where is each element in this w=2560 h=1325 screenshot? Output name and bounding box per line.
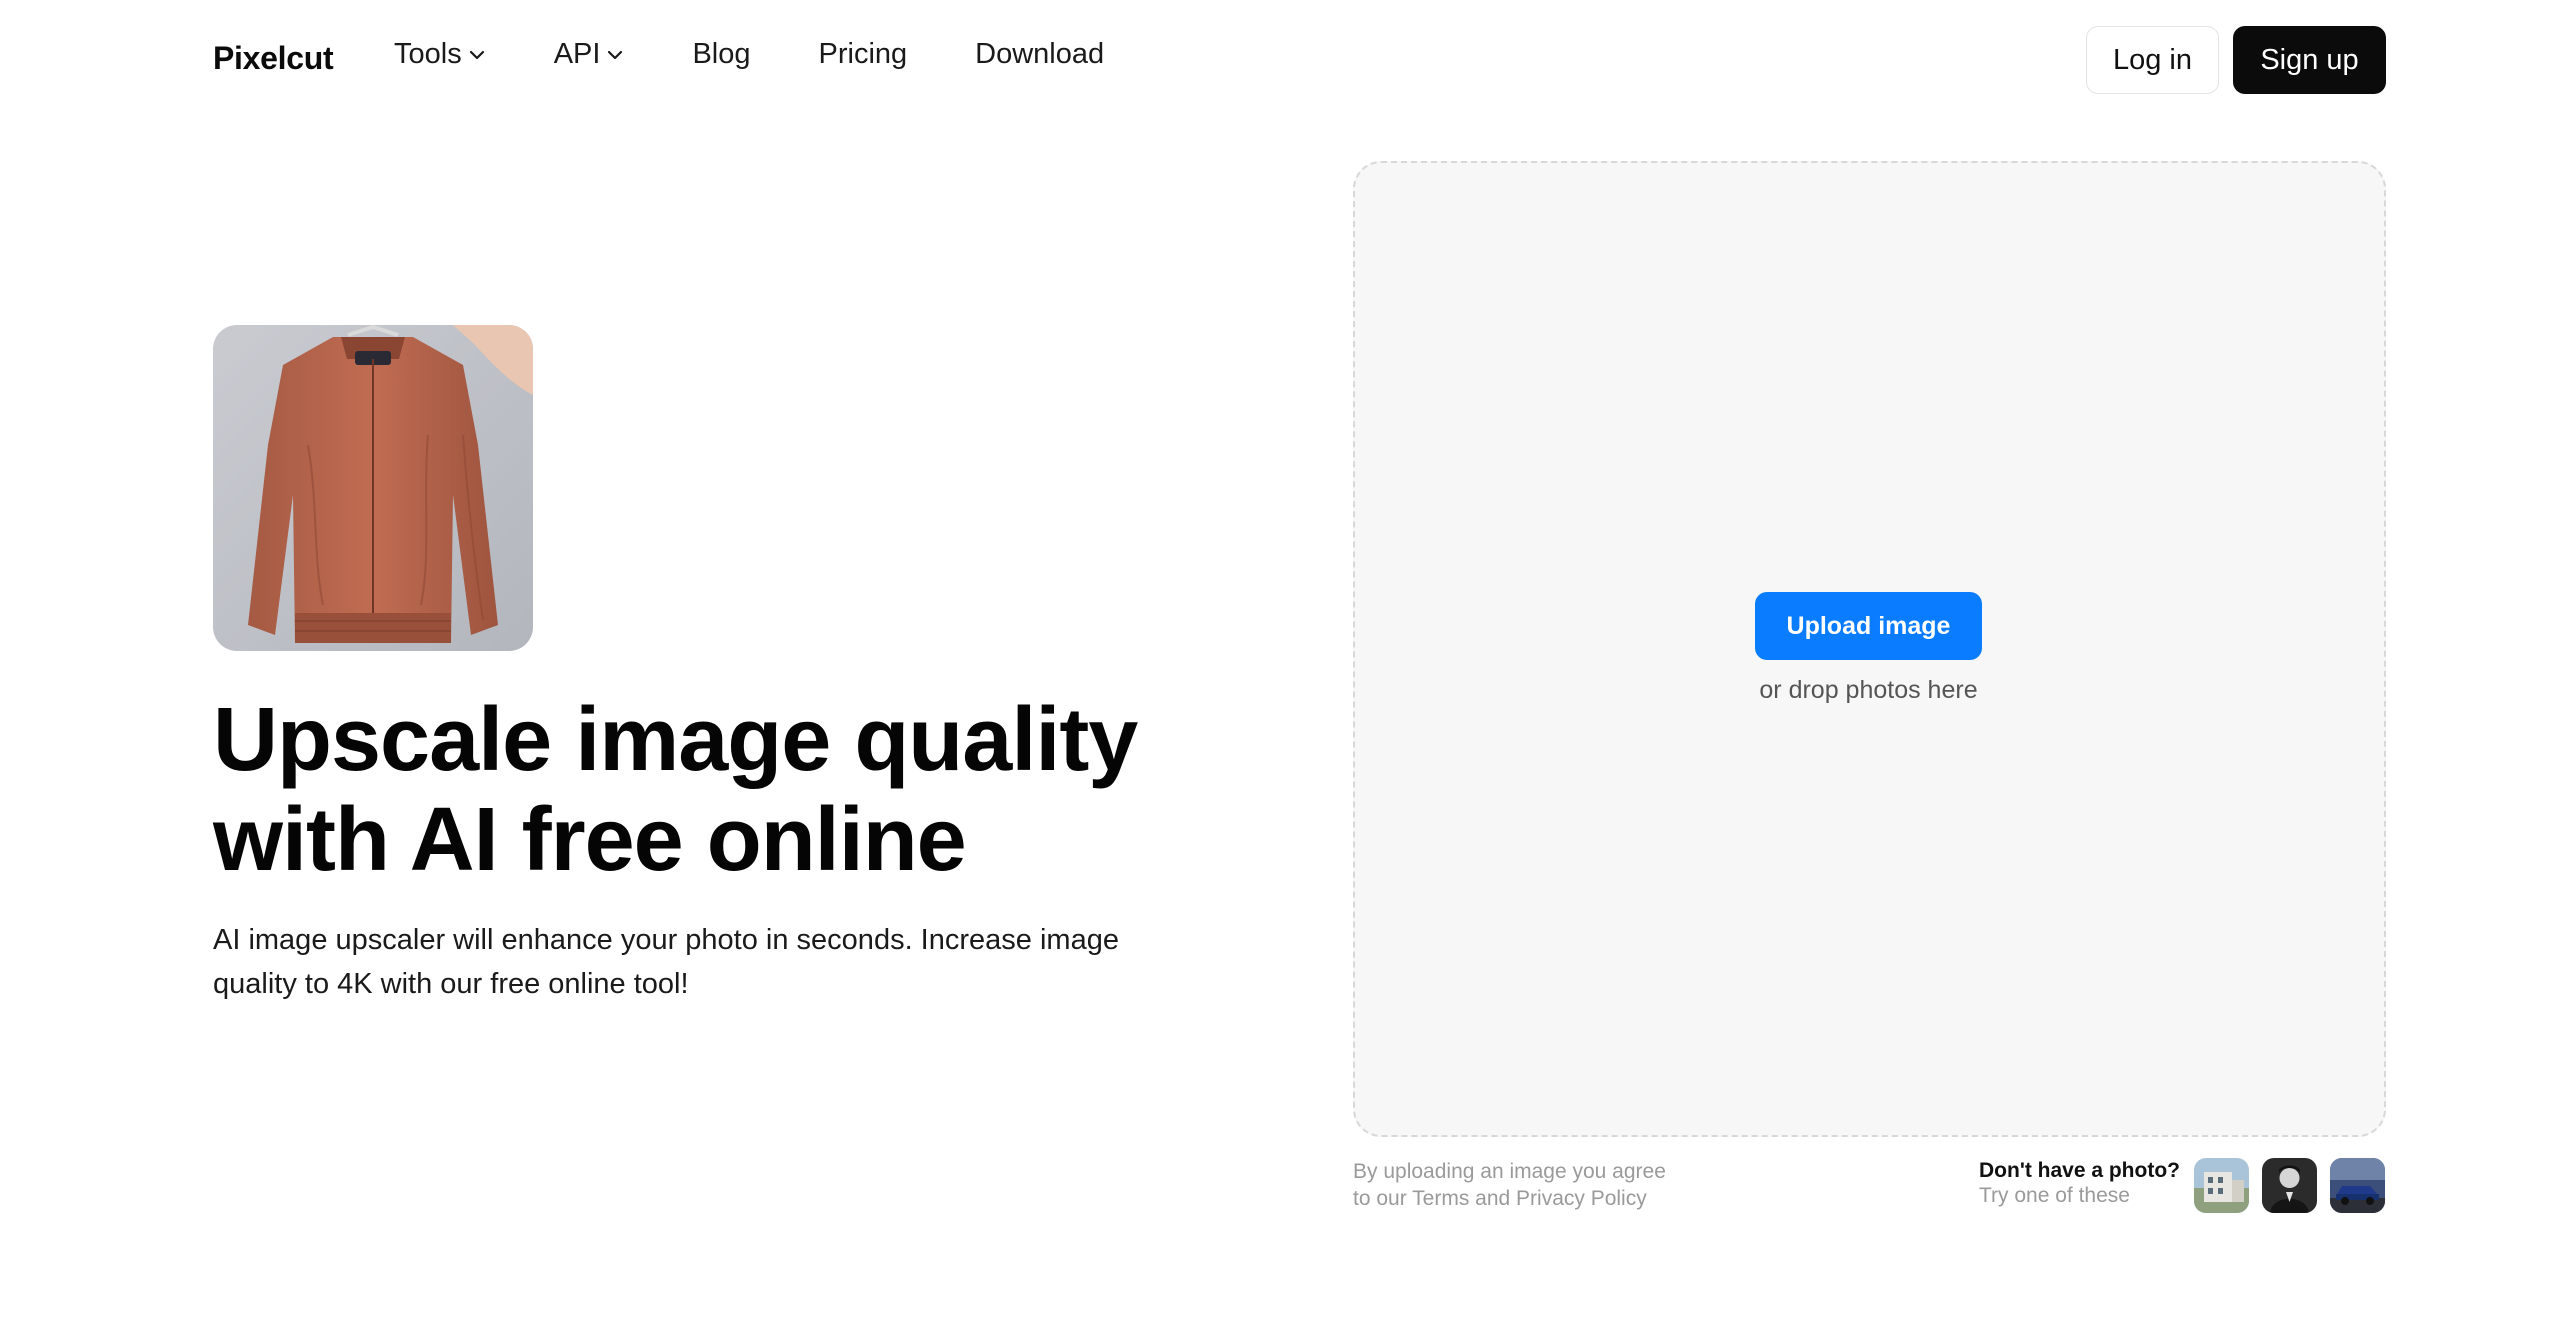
login-button[interactable]: Log in [2086, 26, 2219, 94]
sample-title: Don't have a photo? [1979, 1159, 2180, 1182]
nav-item-label: Blog [692, 38, 751, 70]
subtitle-line: AI image upscaler will enhance your phot… [213, 924, 1119, 956]
main-nav: Tools API Blog Pricing Download [394, 38, 1172, 71]
sample-subtitle: Try one of these [1979, 1184, 2130, 1207]
drop-hint-text: or drop photos here [1759, 676, 1978, 704]
sample-photo-car[interactable] [2330, 1158, 2385, 1213]
nav-item-label: Tools [394, 38, 462, 70]
hero-example-image [213, 325, 533, 651]
subtitle-line: quality to 4K with our free online tool! [213, 968, 689, 1000]
chevron-down-icon [468, 46, 486, 64]
title-line: with AI free online [213, 790, 967, 890]
nav-item-label: API [553, 38, 601, 70]
sample-photo-portrait[interactable] [2262, 1158, 2317, 1213]
upload-image-button[interactable]: Upload image [1755, 592, 1982, 660]
page: Pixelcut Tools API Blog Pricing Download… [0, 0, 2560, 1325]
chevron-down-icon [606, 46, 624, 64]
terms-link[interactable]: to our Terms and Privacy Policy [1353, 1187, 1647, 1210]
sample-photos-label: Don't have a photo? Try one of these [1979, 1158, 2189, 1208]
sample-photo-building[interactable] [2194, 1158, 2249, 1213]
nav-item-label: Pricing [818, 38, 908, 70]
nav-item-label: Download [975, 38, 1105, 70]
page-title: Upscale image quality with AI free onlin… [213, 690, 1213, 890]
nav-item-pricing[interactable]: Pricing [819, 38, 908, 71]
hero-subtitle: AI image upscaler will enhance your phot… [213, 918, 1173, 1006]
nav-item-blog[interactable]: Blog [692, 38, 750, 71]
nav-item-download[interactable]: Download [975, 38, 1104, 71]
pixelcut-logo[interactable]: Pixelcut [213, 40, 334, 77]
terms-line: By uploading an image you agree [1353, 1160, 1666, 1183]
upload-terms-notice: By uploading an image you agree to our T… [1353, 1158, 1773, 1212]
signup-button[interactable]: Sign up [2233, 26, 2386, 94]
title-line: Upscale image quality [213, 690, 1138, 790]
nav-item-api[interactable]: API [554, 38, 625, 71]
sample-photos [2194, 1158, 2385, 1213]
nav-item-tools[interactable]: Tools [394, 38, 486, 71]
top-nav-bar: Pixelcut Tools API Blog Pricing Download… [0, 0, 2560, 120]
